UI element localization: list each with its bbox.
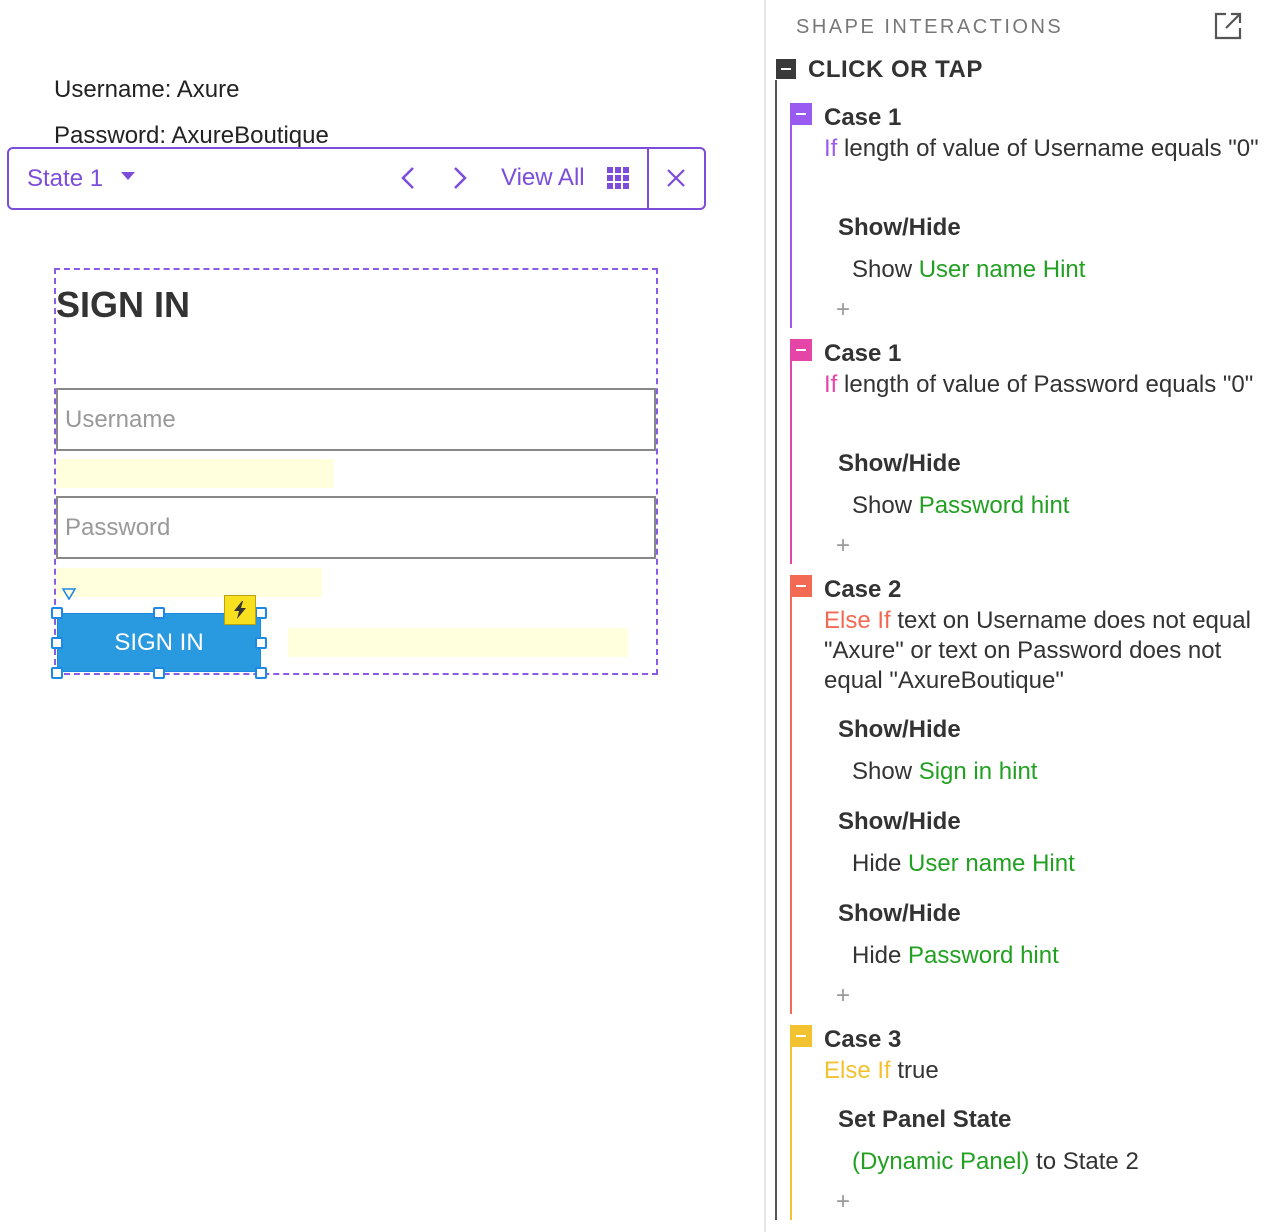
password-note: Password: AxureBoutique — [54, 122, 329, 149]
close-icon — [667, 169, 685, 187]
case-collapse-toggle[interactable] — [790, 575, 812, 597]
panel-state-toolbar: State 1 View All — [7, 147, 706, 210]
case-condition: Else If true — [824, 1056, 1264, 1086]
collapse-icon — [796, 349, 806, 351]
resize-handle-top-left[interactable] — [51, 607, 63, 619]
action-detail: Show User name Hint — [852, 256, 1085, 284]
state-dropdown-label: State 1 — [27, 164, 104, 192]
collapse-icon — [796, 585, 806, 587]
grid-icon[interactable] — [607, 167, 629, 189]
action-detail: Hide Password hint — [852, 942, 1059, 970]
case-tree-line — [790, 1046, 792, 1220]
sign-in-heading: SIGN IN — [56, 284, 191, 325]
case-tree-line — [790, 360, 792, 564]
resize-handle-right[interactable] — [255, 637, 267, 649]
action-verb: Show — [852, 758, 913, 785]
case-condition: If length of value of Password equals "0… — [824, 370, 1264, 400]
case-condition: If length of value of Username equals "0… — [824, 134, 1264, 164]
design-canvas: Username: Axure Password: AxureBoutique … — [0, 0, 764, 1232]
action-suffix: to State 2 — [1029, 1148, 1139, 1175]
case-tree-line — [790, 124, 792, 328]
condition-keyword: Else If — [824, 607, 891, 634]
case-name: Case 1 — [824, 340, 902, 367]
resize-handle-top[interactable] — [153, 607, 165, 619]
sign-in-hint — [288, 628, 628, 657]
action-verb: Show — [852, 492, 913, 519]
event-tree-line — [775, 80, 777, 1220]
panel-title: SHAPE INTERACTIONS — [796, 16, 1064, 38]
chevron-right-icon — [454, 167, 467, 189]
interaction-badge[interactable] — [224, 595, 256, 625]
action-name[interactable]: Show/Hide — [838, 214, 961, 242]
action-name[interactable]: Show/Hide — [838, 808, 961, 836]
resize-handle-top-right[interactable] — [255, 607, 267, 619]
condition-text: length of value of Password equals "0" — [837, 371, 1254, 398]
state-dropdown[interactable]: State 1 — [27, 164, 136, 193]
action-target[interactable]: User name Hint — [908, 850, 1075, 877]
action-verb: Hide — [852, 850, 902, 877]
add-action-button[interactable]: + — [836, 296, 850, 324]
add-action-button[interactable]: + — [836, 532, 850, 560]
event-collapse-toggle[interactable] — [776, 59, 796, 79]
action-verb: Show — [852, 256, 913, 283]
collapse-icon — [796, 1035, 806, 1037]
action-name[interactable]: Show/Hide — [838, 900, 961, 928]
resize-handle-bottom-left[interactable] — [51, 667, 63, 679]
action-verb: Hide — [852, 942, 902, 969]
case-condition: Else If text on Username does not equal … — [824, 606, 1264, 696]
case-collapse-toggle[interactable] — [790, 103, 812, 125]
password-input[interactable] — [56, 496, 656, 559]
view-all-button[interactable]: View All — [501, 164, 585, 192]
condition-keyword: Else If — [824, 1057, 891, 1084]
action-name[interactable]: Show/Hide — [838, 450, 961, 478]
anchor-icon[interactable] — [62, 588, 76, 600]
action-detail: Show Password hint — [852, 492, 1069, 520]
condition-text: length of value of Username equals "0" — [837, 135, 1259, 162]
resize-handle-left[interactable] — [51, 637, 63, 649]
event-title: CLICK OR TAP — [808, 56, 983, 83]
case-name: Case 3 — [824, 1026, 902, 1053]
case-name: Case 2 — [824, 576, 902, 603]
action-detail: Show Sign in hint — [852, 758, 1037, 786]
case-tree-line — [790, 596, 792, 1014]
lightning-icon — [234, 601, 246, 619]
action-target[interactable]: (Dynamic Panel) — [852, 1148, 1029, 1175]
action-target[interactable]: User name Hint — [919, 256, 1086, 283]
action-target[interactable]: Password hint — [908, 942, 1059, 969]
resize-handle-bottom[interactable] — [153, 667, 165, 679]
action-name[interactable]: Set Panel State — [838, 1106, 1011, 1134]
add-action-button[interactable]: + — [836, 982, 850, 1010]
action-name[interactable]: Show/Hide — [838, 716, 961, 744]
chevron-down-icon — [121, 171, 136, 180]
resize-handle-bottom-right[interactable] — [255, 667, 267, 679]
username-input[interactable] — [56, 388, 656, 451]
condition-keyword: If — [824, 371, 838, 398]
toolbar-divider — [647, 149, 649, 208]
password-hint — [56, 568, 322, 597]
previous-state-button[interactable] — [393, 163, 423, 193]
case-name: Case 1 — [824, 104, 902, 131]
add-action-button[interactable]: + — [836, 1188, 850, 1216]
next-state-button[interactable] — [445, 163, 475, 193]
collapse-icon — [781, 68, 791, 70]
close-state-toolbar-button[interactable] — [661, 163, 691, 193]
action-target[interactable]: Password hint — [919, 492, 1070, 519]
action-target[interactable]: Sign in hint — [919, 758, 1038, 785]
interactions-panel: SHAPE INTERACTIONS CLICK OR TAP Case 1 I… — [766, 0, 1284, 1232]
condition-text: true — [890, 1057, 939, 1084]
username-note: Username: Axure — [54, 76, 240, 103]
popout-icon[interactable] — [1212, 10, 1244, 42]
collapse-icon — [796, 113, 806, 115]
case-collapse-toggle[interactable] — [790, 1025, 812, 1047]
username-hint — [56, 459, 334, 488]
action-detail: (Dynamic Panel) to State 2 — [852, 1148, 1139, 1176]
condition-keyword: If — [824, 135, 838, 162]
case-collapse-toggle[interactable] — [790, 339, 812, 361]
chevron-left-icon — [401, 167, 414, 189]
action-detail: Hide User name Hint — [852, 850, 1075, 878]
